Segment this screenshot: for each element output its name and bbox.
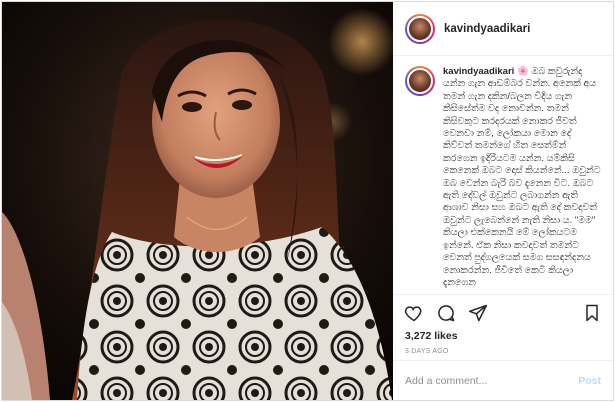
caption-username[interactable]: kavindyaadikari — [443, 66, 514, 77]
comments-section: kavindyaadikari 🌸 ඔබ කවුරුන්ද යන්න ගැන ආ… — [393, 56, 613, 294]
comment-input[interactable] — [405, 374, 579, 387]
post-button[interactable]: Post — [578, 375, 601, 387]
post-side-panel: kavindyaadikari kavindyaadikari 🌸 ඔබ කවු… — [393, 2, 613, 400]
flower-emoji: 🌸 — [516, 66, 529, 77]
comment-icon[interactable] — [435, 302, 457, 324]
avatar[interactable] — [405, 13, 435, 44]
timestamp[interactable]: 3 DAYS AGO — [393, 344, 613, 360]
caption-text: ඔබ කවුරුන්ද යන්න ගැන ආඩම්බර වන්න. අනෙක් … — [443, 66, 601, 288]
bookmark-icon[interactable] — [581, 302, 603, 324]
likes-count[interactable]: 3,272 likes — [393, 330, 613, 344]
action-bar — [393, 294, 613, 330]
header-username[interactable]: kavindyaadikari — [444, 23, 530, 35]
heart-icon[interactable] — [403, 302, 425, 324]
instagram-post: kavindyaadikari kavindyaadikari 🌸 ඔබ කවු… — [1, 1, 614, 401]
post-photo[interactable] — [2, 2, 393, 400]
add-comment-bar: Post — [393, 360, 613, 400]
caption-avatar[interactable] — [405, 66, 435, 96]
caption: kavindyaadikari 🌸 ඔබ කවුරුන්ද යන්න ගැන ආ… — [443, 66, 601, 294]
share-icon[interactable] — [467, 302, 489, 324]
post-photo-illustration — [2, 2, 393, 400]
post-header: kavindyaadikari — [393, 2, 613, 56]
